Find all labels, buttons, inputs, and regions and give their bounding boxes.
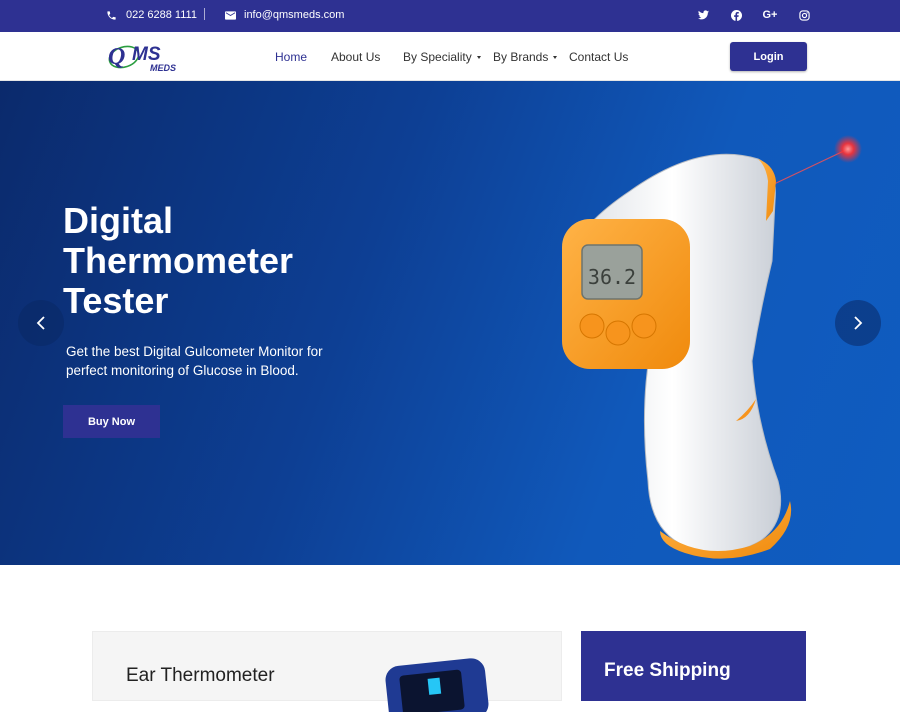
nav-about-label: About Us: [331, 50, 381, 64]
free-shipping-card[interactable]: Free Shipping: [581, 631, 806, 701]
hero-slider: Digital Thermometer Tester Get the best …: [0, 81, 900, 565]
mail-icon: [225, 10, 236, 20]
qms-meds-logo[interactable]: Q MS MEDS: [104, 39, 188, 75]
product-card[interactable]: Ear Thermometer: [92, 631, 562, 712]
caret-down-icon: [476, 55, 481, 59]
free-shipping-title: Free Shipping: [604, 660, 731, 681]
nav-by-brands[interactable]: By Brands: [493, 50, 558, 64]
top-bar: 022 6288 1111 info@qmsmeds.com G+: [0, 0, 900, 32]
features-section: Ear Thermometer Free Shipping: [0, 565, 900, 712]
buy-now-button[interactable]: Buy Now: [63, 405, 160, 438]
nav-speciality-label: By Speciality: [403, 50, 472, 64]
phone-number: 022 6288 1111: [126, 9, 197, 21]
email-contact[interactable]: info@qmsmeds.com: [225, 9, 344, 21]
nav-contact-us[interactable]: Contact Us: [569, 50, 628, 64]
phone-contact[interactable]: 022 6288 1111: [106, 9, 197, 21]
pulse-oximeter-image: [385, 658, 489, 712]
nav-by-speciality[interactable]: By Speciality: [403, 50, 481, 64]
hero-title: Digital Thermometer Tester: [63, 200, 294, 321]
nav-home-label: Home: [275, 50, 308, 64]
slider-prev-button[interactable]: [18, 300, 64, 346]
svg-text:Q: Q: [108, 44, 125, 70]
google-plus-icon[interactable]: G+: [762, 8, 778, 22]
twitter-icon[interactable]: [696, 8, 710, 22]
caret-down-icon: [553, 55, 558, 59]
nav-about-us[interactable]: About Us: [331, 50, 380, 64]
product-card-title: Ear Thermometer: [126, 665, 275, 686]
thermometer-gun-image: 36.2: [562, 135, 862, 559]
svg-text:MS: MS: [132, 44, 161, 65]
phone-icon: [107, 10, 116, 20]
topbar-divider: [204, 8, 205, 20]
facebook-icon[interactable]: [729, 8, 743, 22]
main-navbar: Q MS MEDS Home About Us By Speciality By…: [0, 32, 900, 81]
thermometer-reading: 36.2: [588, 265, 636, 289]
chevron-left-icon: [36, 316, 45, 330]
login-button[interactable]: Login: [730, 42, 807, 71]
email-address: info@qmsmeds.com: [244, 9, 345, 21]
nav-home[interactable]: Home: [275, 50, 307, 64]
svg-text:MEDS: MEDS: [150, 63, 176, 73]
nav-contact-label: Contact Us: [569, 50, 629, 64]
hero-subtitle: Get the best Digital Gulcometer Monitor …: [66, 344, 323, 378]
nav-brands-label: By Brands: [493, 50, 549, 64]
instagram-icon[interactable]: [797, 8, 811, 22]
